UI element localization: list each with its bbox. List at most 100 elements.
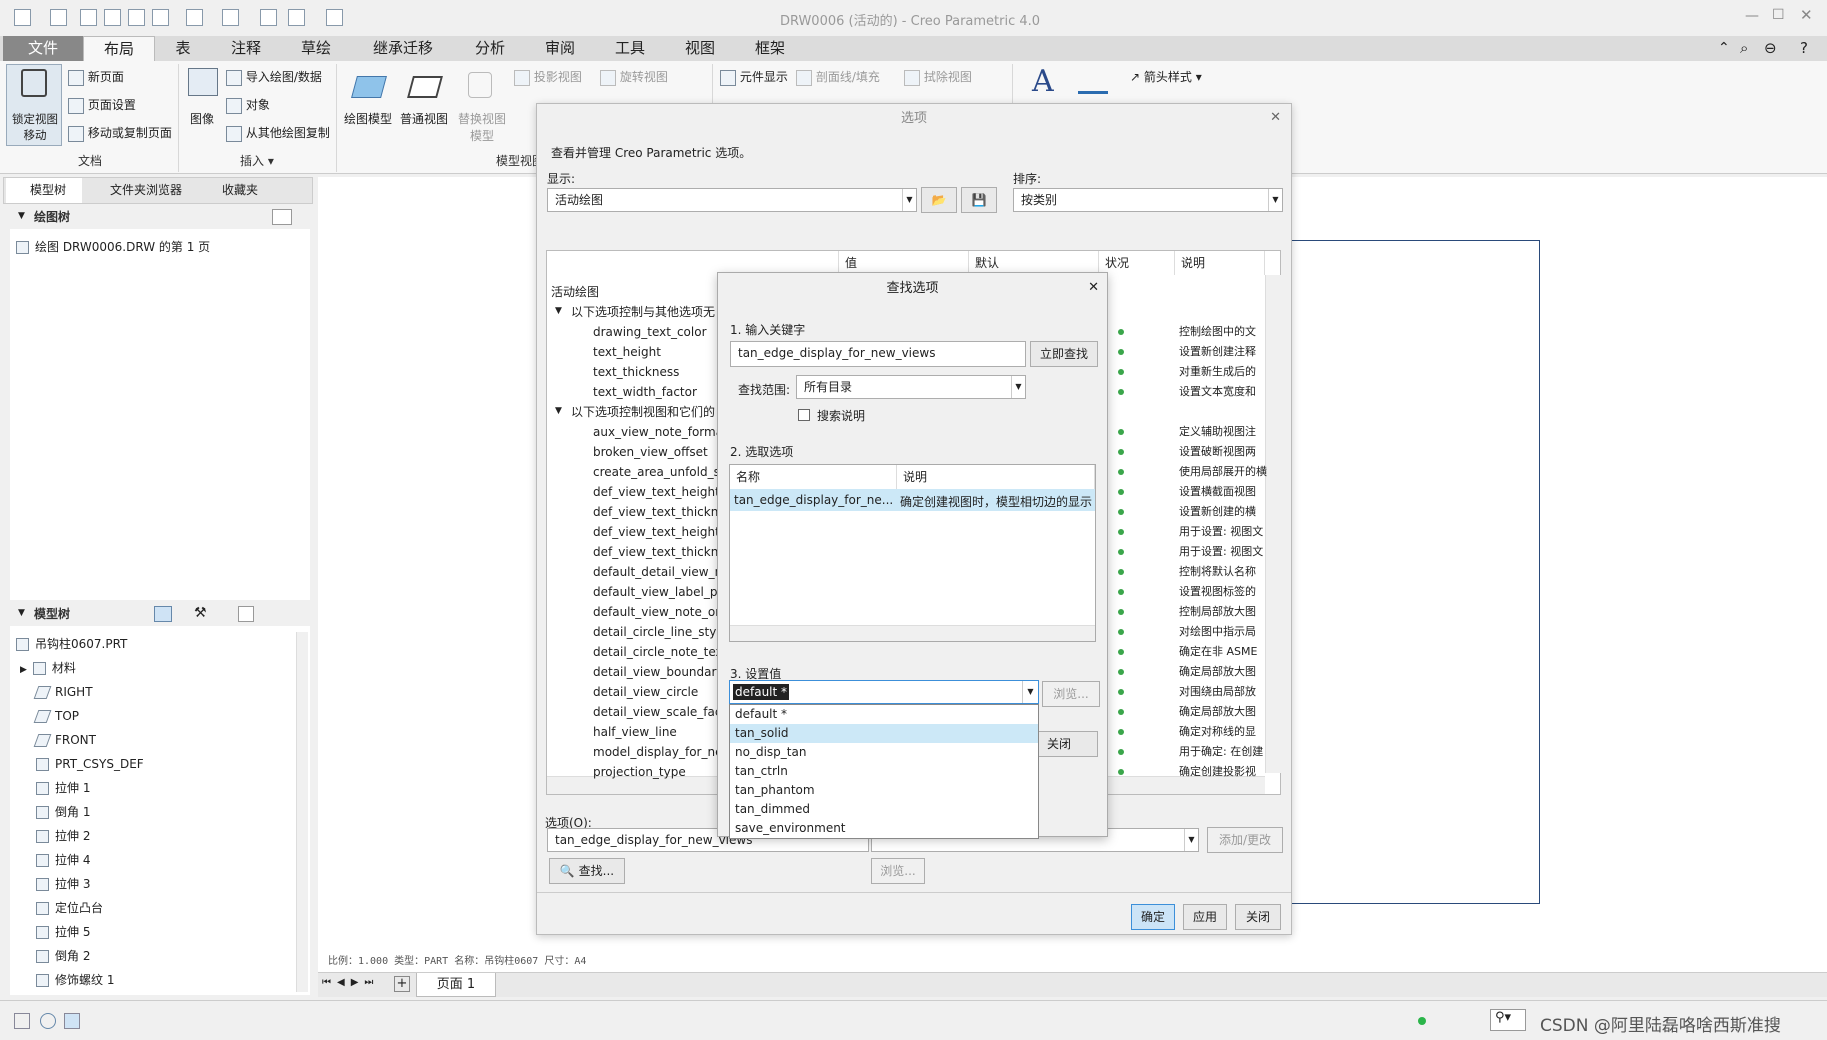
- page-tab[interactable]: 页面 1: [416, 973, 496, 997]
- windows-icon[interactable]: [288, 9, 305, 26]
- add-page-icon[interactable]: +: [394, 976, 410, 992]
- tab-view[interactable]: 视图: [665, 36, 735, 61]
- sort-select[interactable]: 按类别 ▼: [1013, 188, 1283, 212]
- option-row[interactable]: def_view_text_thickne: [593, 502, 726, 522]
- import-drawing-button[interactable]: 导入绘图/数据: [226, 68, 322, 86]
- search-now-button[interactable]: 立即查找: [1030, 341, 1098, 367]
- option-row[interactable]: half_view_line: [593, 722, 677, 742]
- close-icon[interactable]: ✕: [1270, 110, 1281, 125]
- object-button[interactable]: 对象: [226, 96, 270, 114]
- dropdown-option[interactable]: tan_dimmed: [730, 800, 1038, 819]
- save-icon[interactable]: [128, 9, 145, 26]
- column-header-description[interactable]: 说明: [1175, 251, 1265, 275]
- add-change-button[interactable]: 添加/更改: [1207, 827, 1283, 853]
- find-button[interactable]: 🔍 查找...: [549, 858, 625, 884]
- tree-item-feature[interactable]: 拉伸 1: [36, 776, 90, 800]
- option-row[interactable]: def_view_text_thickne: [593, 542, 726, 562]
- close-icon[interactable]: ✕: [1088, 280, 1099, 295]
- option-group-row[interactable]: 活动绘图: [551, 282, 599, 302]
- tree-item-datum-plane[interactable]: FRONT: [33, 728, 96, 752]
- group-insert-label[interactable]: 插入 ▾: [240, 152, 274, 169]
- column-header-status[interactable]: 状况: [1099, 251, 1175, 275]
- list-row-selected[interactable]: tan_edge_display_for_ne... 确定创建视图时，模型相切边…: [730, 489, 1095, 511]
- option-row[interactable]: detail_view_circle: [593, 682, 698, 702]
- dropdown-option[interactable]: no_disp_tan: [730, 743, 1038, 762]
- close-window-icon[interactable]: [326, 9, 343, 26]
- dropdown-option-highlighted[interactable]: tan_solid: [730, 724, 1038, 743]
- browser-icon[interactable]: [40, 1013, 56, 1029]
- option-row[interactable]: projection_type: [593, 762, 686, 782]
- drawing-model-button[interactable]: 绘图模型: [342, 66, 398, 146]
- tree-item-feature[interactable]: 拉伸 2: [36, 824, 90, 848]
- full-screen-icon[interactable]: [64, 1013, 80, 1029]
- tab-file[interactable]: 文件: [3, 36, 83, 61]
- drawing-tree-item[interactable]: 绘图 DRW0006.DRW 的第 1 页: [16, 235, 210, 259]
- tab-model-tree[interactable]: 模型树: [6, 178, 82, 203]
- app-icon[interactable]: [14, 9, 31, 26]
- tree-item-feature[interactable]: 拉伸 5: [36, 920, 90, 944]
- open-config-button[interactable]: 📂: [921, 187, 957, 213]
- tree-item-feature[interactable]: 拉伸 3: [36, 872, 90, 896]
- tab-frame[interactable]: 框架: [735, 36, 805, 61]
- tree-item-feature[interactable]: 拉伸 4: [36, 848, 90, 872]
- help-icon[interactable]: ⊖: [1764, 39, 1777, 57]
- tab-layout[interactable]: 布局: [83, 36, 155, 61]
- close-button[interactable]: 关闭: [1235, 904, 1281, 930]
- dropdown-option[interactable]: default *: [730, 705, 1038, 724]
- option-row[interactable]: create_area_unfold_se: [593, 462, 727, 482]
- move-copy-page-button[interactable]: 移动或复制页面: [68, 124, 172, 142]
- ok-button[interactable]: 确定: [1131, 904, 1175, 930]
- tools-icon[interactable]: ⚒: [194, 605, 207, 621]
- tree-item-datum-plane[interactable]: RIGHT: [33, 680, 93, 704]
- option-row[interactable]: text_width_factor: [593, 382, 697, 402]
- option-row[interactable]: model_display_for_ne: [593, 742, 722, 762]
- general-view-button[interactable]: 普通视图: [398, 66, 454, 146]
- tab-annotate[interactable]: 注释: [211, 36, 281, 61]
- projection-view-button[interactable]: 投影视图: [514, 68, 582, 86]
- apply-button[interactable]: 应用: [1183, 904, 1227, 930]
- section-fill-button[interactable]: 剖面线/填充: [796, 68, 880, 86]
- dropdown-option[interactable]: tan_phantom: [730, 781, 1038, 800]
- option-group-row[interactable]: 以下选项控制与其他选项无: [571, 302, 715, 322]
- collapse-ribbon-icon[interactable]: ⌃: [1718, 40, 1730, 56]
- folder-icon[interactable]: [104, 9, 121, 26]
- browse-button[interactable]: 浏览...: [871, 858, 925, 884]
- page-setup-button[interactable]: 页面设置: [68, 96, 136, 114]
- new-page-button[interactable]: 新页面: [68, 68, 124, 86]
- window-select-icon[interactable]: [222, 9, 239, 26]
- erase-view-button[interactable]: 拭除视图: [904, 68, 972, 86]
- tab-folder-browser[interactable]: 文件夹浏览器: [86, 178, 194, 203]
- option-group-row[interactable]: 以下选项控制视图和它们的: [571, 402, 715, 422]
- option-row[interactable]: default_view_note_orie: [593, 602, 731, 622]
- value-select[interactable]: default * ▼: [729, 680, 1039, 704]
- tree-item-material[interactable]: ▶ 材料: [20, 656, 76, 680]
- dropdown-option[interactable]: save_environment: [730, 819, 1038, 838]
- collapse-icon[interactable]: ▼: [555, 406, 562, 416]
- option-row[interactable]: def_view_text_height_s: [593, 522, 732, 542]
- collapse-icon[interactable]: ▼: [555, 306, 562, 316]
- open-icon[interactable]: [80, 9, 97, 26]
- help-center-icon[interactable]: ?: [1800, 39, 1808, 57]
- tree-item-feature[interactable]: 倒角 1: [36, 800, 90, 824]
- undo-icon[interactable]: [152, 9, 169, 26]
- copy-from-drawing-button[interactable]: 从其他绘图复制: [226, 124, 330, 142]
- arrow-style-button[interactable]: ↗ 箭头样式 ▾: [1130, 68, 1202, 85]
- replace-view-model-button[interactable]: 替换视图 模型: [454, 66, 510, 146]
- settings-icon[interactable]: [238, 606, 254, 622]
- lock-view-button[interactable]: 锁定视图 移动: [6, 64, 62, 146]
- tab-review[interactable]: 审阅: [525, 36, 595, 61]
- tree-item-csys[interactable]: PRT_CSYS_DEF: [36, 752, 144, 776]
- option-row[interactable]: drawing_text_color: [593, 322, 707, 342]
- tab-favorites[interactable]: 收藏夹: [198, 178, 268, 203]
- keyword-input[interactable]: tan_edge_display_for_new_views: [730, 341, 1026, 367]
- tab-analysis[interactable]: 分析: [455, 36, 525, 61]
- maximize-icon[interactable]: ☐: [1772, 7, 1785, 23]
- text-style-icon[interactable]: A: [1032, 64, 1054, 99]
- line-style-icon[interactable]: [1078, 70, 1108, 94]
- search-description-checkbox[interactable]: [798, 409, 810, 421]
- tab-sketch[interactable]: 草绘: [281, 36, 351, 61]
- option-row[interactable]: default_view_label_pla: [593, 582, 728, 602]
- tab-legacy-migration[interactable]: 继承迁移: [351, 36, 455, 61]
- image-button[interactable]: 图像: [184, 66, 224, 136]
- model-tree-scrollbar[interactable]: [296, 632, 308, 992]
